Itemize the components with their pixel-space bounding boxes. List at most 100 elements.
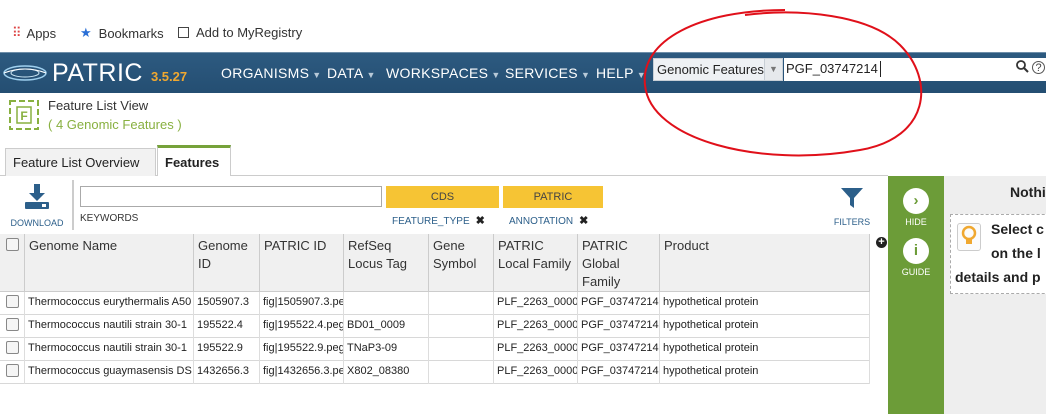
search-type-value: Genomic Features [657, 62, 764, 77]
hint-text-line3: details and p [955, 269, 1041, 285]
chevron-down-icon: ▼ [491, 70, 501, 80]
row-checkbox[interactable] [6, 341, 19, 354]
cell-local-family: PLF_2263_0000 [494, 338, 578, 361]
download-icon [25, 184, 49, 209]
remove-facet-icon[interactable]: ✖ [579, 215, 588, 227]
row-checkbox[interactable] [6, 318, 19, 331]
bookmark-add-to-myregistry[interactable]: Add to MyRegistry [178, 25, 302, 40]
header-select-all [0, 234, 25, 292]
bookmark-bookmarks[interactable]: ★ Bookmarks [80, 25, 164, 41]
column-label: Genome ID [198, 238, 248, 271]
bookmark-apps[interactable]: ⠿ Apps [12, 25, 56, 41]
column-header-patric-id[interactable]: PATRIC ID [260, 234, 344, 292]
cell-genome-id: 195522.9 [194, 338, 260, 361]
column-header-gene-symbol[interactable]: Gene Symbol [429, 234, 494, 292]
search-icon[interactable] [1016, 60, 1029, 76]
column-header-product[interactable]: Product [660, 234, 870, 292]
side-action-bar: › HIDE i GUIDE [888, 176, 944, 414]
column-header-patric-global-family[interactable]: PATRIC Global Family [578, 234, 660, 292]
nav-label: ORGANISMS [221, 65, 310, 81]
column-label: RefSeq Locus Tag [348, 238, 408, 271]
guide-label: GUIDE [901, 267, 931, 277]
tab-feature-list-overview[interactable]: Feature List Overview [5, 148, 156, 176]
facet-label-text: FEATURE_TYPE [392, 216, 470, 227]
cell-patric-id[interactable]: fig|1505907.3.pe [260, 292, 344, 315]
search-input[interactable]: PGF_03747214 [784, 58, 1046, 81]
bookmark-label: Add to MyRegistry [196, 25, 303, 40]
remove-facet-icon[interactable]: ✖ [476, 215, 485, 227]
search-type-select[interactable]: Genomic Features ▼ [653, 58, 783, 81]
cell-patric-id[interactable]: fig|195522.4.peg [260, 315, 344, 338]
add-column-icon[interactable]: + [876, 237, 887, 248]
cell-patric-id[interactable]: fig|1432656.3.pe [260, 361, 344, 384]
selection-panel: Nothi Select c on the l details and p [944, 176, 1046, 414]
cell-product: hypothetical protein [660, 315, 870, 338]
nav-organisms[interactable]: ORGANISMS ▼ [221, 65, 321, 81]
patric-logo[interactable]: PATRIC 3.5.27 [2, 57, 187, 89]
patric-logo-icon [3, 65, 47, 81]
facet-chip-cds[interactable]: CDS [386, 186, 499, 208]
cell-global-family: PGF_03747214 [578, 338, 660, 361]
cell-global-family: PGF_03747214 [578, 292, 660, 315]
hint-text-line2: on the l [991, 245, 1041, 261]
chevron-down-icon[interactable]: ▼ [764, 59, 782, 80]
column-header-patric-local-family[interactable]: PATRIC Local Family [494, 234, 578, 292]
download-button[interactable]: DOWNLOAD [8, 184, 66, 228]
cell-genome-name[interactable]: Thermococcus guaymasensis DS [25, 361, 194, 384]
facet-feature-type: FEATURE_TYPE ✖ [392, 214, 485, 227]
logo-text: PATRIC [52, 58, 143, 87]
column-label: Product [664, 238, 709, 253]
table-row[interactable]: Thermococcus nautili strain 30-1 195522.… [0, 338, 870, 361]
cell-genome-name[interactable]: Thermococcus nautili strain 30-1 [25, 315, 194, 338]
cell-genome-id: 1505907.3 [194, 292, 260, 315]
column-label: PATRIC Global Family [582, 238, 628, 289]
cell-global-family: PGF_03747214 [578, 361, 660, 384]
cell-gene-symbol [429, 292, 494, 315]
row-checkbox[interactable] [6, 364, 19, 377]
column-header-genome-id[interactable]: Genome ID [194, 234, 260, 292]
table-row[interactable]: Thermococcus nautili strain 30-1 195522.… [0, 315, 870, 338]
column-header-genome-name[interactable]: Genome Name [25, 234, 194, 292]
cell-local-family: PLF_2263_0000 [494, 315, 578, 338]
filters-button[interactable]: FILTERS [832, 186, 872, 227]
keywords-input[interactable] [80, 186, 382, 207]
filters-label: FILTERS [833, 217, 871, 227]
table-row[interactable]: Thermococcus eurythermalis A50 1505907.3… [0, 292, 870, 315]
cell-global-family: PGF_03747214 [578, 315, 660, 338]
bookmark-label: Bookmarks [98, 25, 164, 41]
info-icon: i [903, 238, 929, 264]
table-row[interactable]: Thermococcus guaymasensis DS 1432656.3 f… [0, 361, 870, 384]
nav-help[interactable]: HELP ▼ [596, 65, 646, 81]
funnel-icon [841, 188, 863, 208]
cell-genome-name[interactable]: Thermococcus nautili strain 30-1 [25, 338, 194, 361]
guide-button[interactable]: i GUIDE [888, 238, 944, 277]
facet-label-text: ANNOTATION [509, 216, 574, 227]
cell-patric-id[interactable]: fig|195522.9.peg [260, 338, 344, 361]
panel-title: Nothi [1010, 184, 1046, 200]
row-select [0, 292, 25, 315]
apps-grid-icon: ⠿ [12, 25, 21, 40]
help-icon[interactable]: ? [1032, 61, 1045, 74]
hide-button[interactable]: › HIDE [888, 188, 944, 227]
cell-refseq-locus-tag [344, 292, 429, 315]
keywords-label: KEYWORDS [80, 213, 139, 224]
nav-label: DATA [327, 65, 364, 81]
column-header-refseq-locus-tag[interactable]: RefSeq Locus Tag [344, 234, 429, 292]
download-label: DOWNLOAD [10, 218, 64, 228]
cell-genome-name[interactable]: Thermococcus eurythermalis A50 [25, 292, 194, 315]
column-label: Genome Name [29, 238, 118, 253]
cell-gene-symbol [429, 338, 494, 361]
row-checkbox[interactable] [6, 295, 19, 308]
cell-gene-symbol [429, 315, 494, 338]
text-cursor [880, 61, 881, 77]
select-all-checkbox[interactable] [6, 238, 19, 251]
row-select [0, 338, 25, 361]
nav-data[interactable]: DATA ▼ [327, 65, 376, 81]
facet-chip-patric[interactable]: PATRIC [503, 186, 603, 208]
nav-services[interactable]: SERVICES ▼ [505, 65, 590, 81]
tab-features[interactable]: Features [157, 145, 231, 177]
tab-label: Feature List Overview [13, 155, 140, 170]
facet-chip-label: CDS [430, 191, 455, 203]
toolbar-divider [72, 180, 74, 230]
nav-workspaces[interactable]: WORKSPACES ▼ [386, 65, 501, 81]
